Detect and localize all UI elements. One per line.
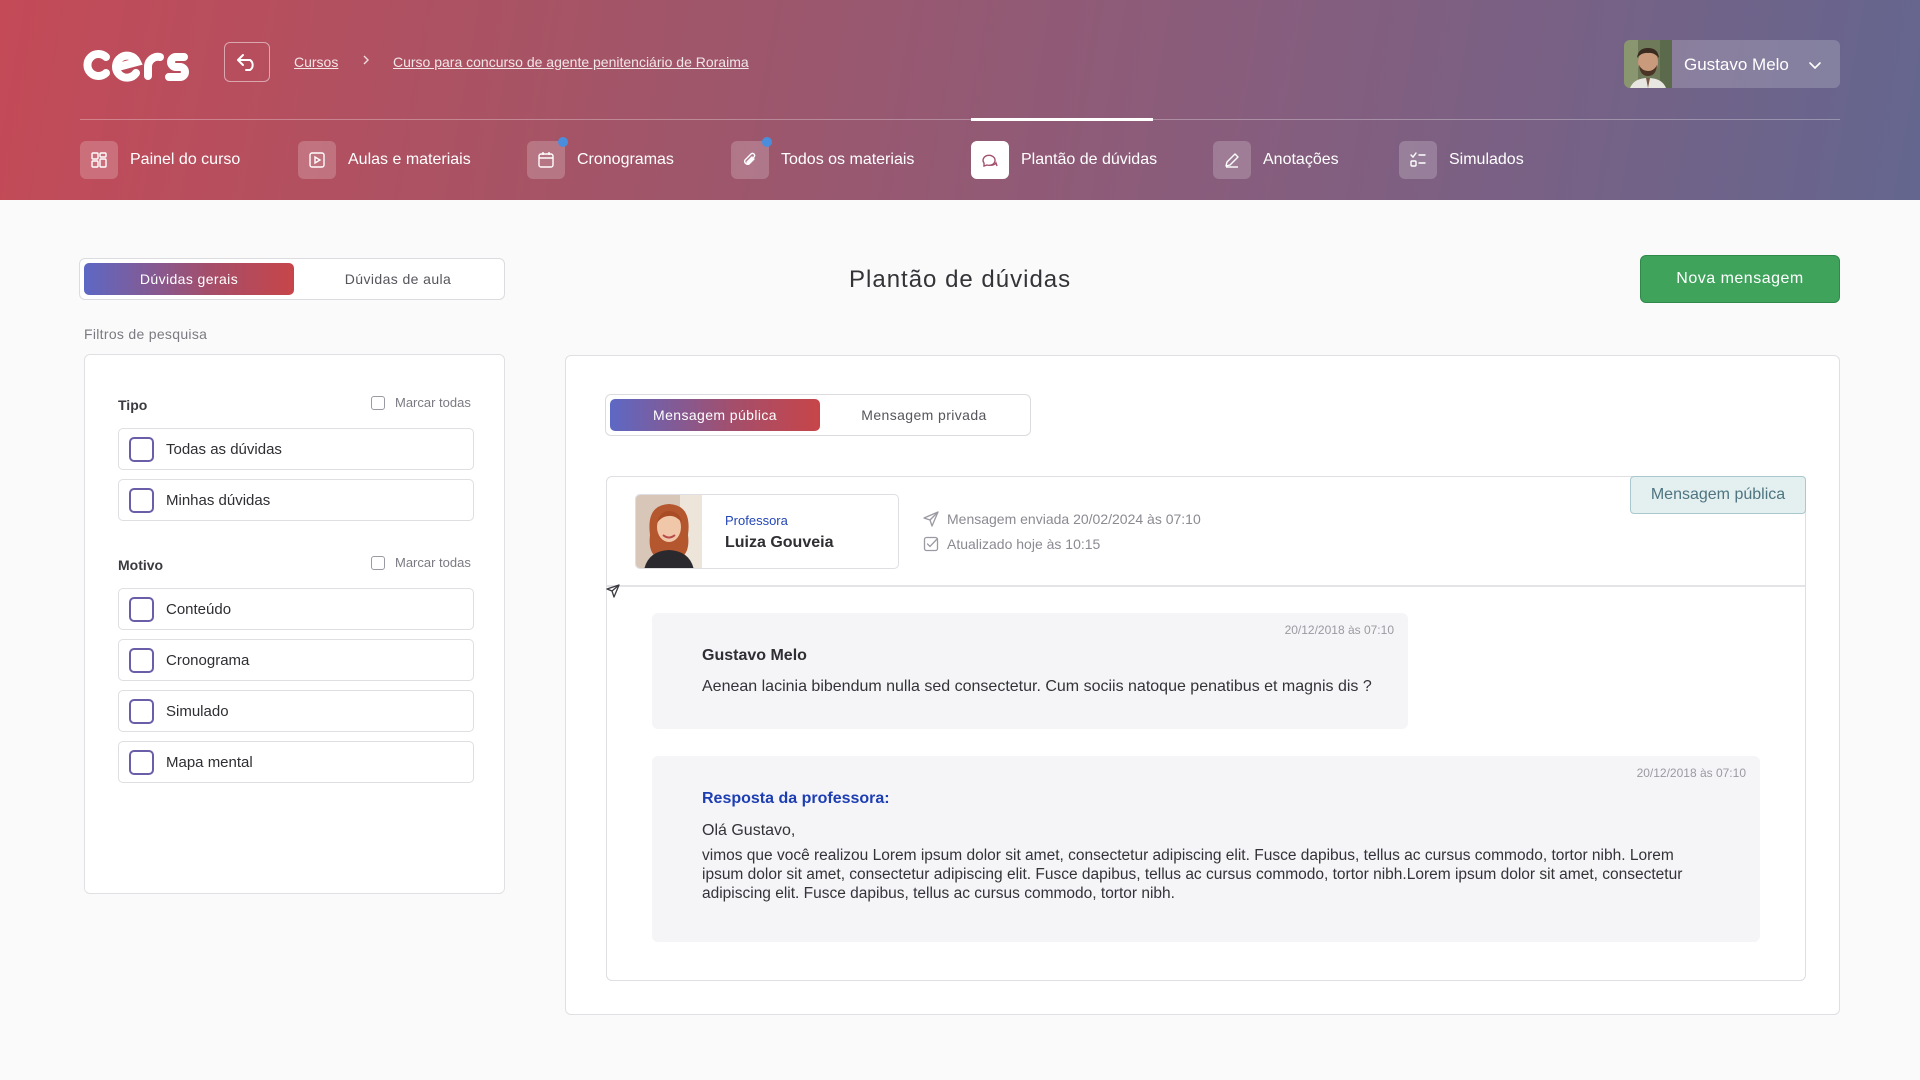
nav-label: Painel do curso	[130, 151, 241, 168]
filter-panel: Tipo Marcar todas Todas as dúvidas Minha…	[84, 354, 505, 894]
nav-item-painel-do-curso[interactable]: Painel do curso	[80, 141, 240, 179]
mark-all-label: Marcar todas	[395, 555, 471, 570]
filter-option-label: Mapa mental	[166, 753, 253, 771]
tab-mensagem-privada[interactable]: Mensagem privada	[820, 399, 1028, 431]
professor-role: Professora	[725, 513, 788, 528]
nav-item-anotacoes[interactable]: Anotações	[1213, 141, 1339, 179]
send-icon[interactable]	[605, 583, 621, 604]
filter-option-label: Simulado	[166, 702, 229, 720]
updated-at-meta: Atualizado hoje às 10:15	[923, 536, 1100, 552]
mark-all-motivo[interactable]: Marcar todas	[371, 555, 471, 570]
nav-active-indicator	[971, 118, 1153, 121]
play-square-icon	[298, 141, 336, 179]
calendar-icon	[527, 137, 568, 179]
filter-option-minhas-duvidas[interactable]: Minhas dúvidas	[118, 479, 474, 521]
sent-at-text: Mensagem enviada 20/02/2024 às 07:10	[947, 511, 1201, 527]
thread-divider	[607, 585, 1805, 587]
tab-duvidas-gerais[interactable]: Dúvidas gerais	[84, 263, 294, 295]
response-body: vimos que você realizou Lorem ipsum dolo…	[702, 847, 1683, 902]
question-type-tabs: Dúvidas gerais Dúvidas de aula	[79, 258, 505, 300]
message-thread: Professora Luiza Gouveia Mensagem enviad…	[606, 476, 1806, 981]
notification-dot	[558, 137, 568, 147]
message-time: 20/12/2018 às 07:10	[1284, 623, 1394, 637]
message-visibility-tabs: Mensagem pública Mensagem privada	[605, 394, 1031, 436]
user-menu[interactable]: Gustavo Melo	[1624, 40, 1840, 88]
checkbox[interactable]	[129, 749, 154, 775]
professor-name: Luiza Gouveia	[725, 534, 834, 551]
response-time: 20/12/2018 às 07:10	[1636, 766, 1746, 780]
filter-option-simulado[interactable]: Simulado	[118, 690, 474, 732]
professor-response: 20/12/2018 às 07:10 Resposta da professo…	[652, 756, 1760, 942]
checkbox[interactable]	[371, 395, 385, 410]
avatar	[1624, 40, 1672, 88]
nav-label: Aulas e materiais	[348, 151, 471, 168]
message-author: Gustavo Melo	[702, 647, 807, 664]
new-message-button[interactable]: Nova mensagem	[1640, 255, 1840, 303]
filters-caption: Filtros de pesquisa	[84, 326, 208, 342]
paper-plane-icon	[923, 511, 939, 527]
cers-logo[interactable]	[80, 40, 192, 88]
filter-option-mapa-mental[interactable]: Mapa mental	[118, 741, 474, 783]
professor-avatar	[636, 495, 702, 568]
checkbox-checked-icon	[923, 536, 939, 552]
response-greeting: Olá Gustavo,	[702, 822, 796, 839]
breadcrumb-separator	[362, 53, 370, 69]
mark-all-label: Marcar todas	[395, 395, 471, 410]
filter-option-conteudo[interactable]: Conteúdo	[118, 588, 474, 630]
checkbox[interactable]	[129, 436, 154, 462]
nav-label: Anotações	[1263, 151, 1339, 168]
filter-option-label: Conteúdo	[166, 600, 232, 618]
public-message-badge: Mensagem pública	[1630, 476, 1806, 514]
breadcrumb-cursos[interactable]: Cursos	[294, 54, 338, 70]
nav-item-cronogramas[interactable]: Cronogramas	[527, 137, 674, 179]
back-button[interactable]	[224, 42, 270, 82]
header-divider	[80, 119, 1840, 120]
nav-label: Plantão de dúvidas	[1021, 151, 1158, 168]
chevron-right-icon	[363, 55, 369, 65]
updated-at-text: Atualizado hoje às 10:15	[947, 536, 1101, 552]
checkbox[interactable]	[129, 647, 154, 673]
nav-item-aulas-e-materiais[interactable]: Aulas e materiais	[298, 141, 471, 179]
nav-item-simulados[interactable]: Simulados	[1399, 141, 1524, 179]
chevron-down-icon	[1808, 58, 1822, 76]
message-text: Aenean lacinia bibendum nulla sed consec…	[702, 678, 1372, 695]
sent-at-meta: Mensagem enviada 20/02/2024 às 07:10	[923, 511, 1201, 527]
nav-label: Cronogramas	[577, 151, 674, 168]
page-title: Plantão de dúvidas	[849, 266, 1072, 293]
breadcrumb-current-course[interactable]: Curso para concurso de agente penitenciá…	[393, 54, 749, 70]
mark-all-tipo[interactable]: Marcar todas	[371, 395, 471, 410]
response-title: Resposta da professora:	[702, 790, 890, 807]
tab-duvidas-de-aula[interactable]: Dúvidas de aula	[294, 263, 502, 295]
top-header: Cursos Curso para concurso de agente pen…	[0, 0, 1920, 200]
filter-option-todas-as-duvidas[interactable]: Todas as dúvidas	[118, 428, 474, 470]
nav-label: Simulados	[1449, 151, 1524, 168]
filter-option-label: Cronograma	[166, 651, 250, 669]
filter-option-label: Minhas dúvidas	[166, 491, 271, 509]
checkbox[interactable]	[129, 596, 154, 622]
undo-arrow-icon	[237, 54, 254, 71]
filter-option-cronograma[interactable]: Cronograma	[118, 639, 474, 681]
paperclip-icon	[731, 137, 772, 179]
pencil-icon	[1213, 141, 1251, 179]
checkbox[interactable]	[129, 487, 154, 513]
notification-dot	[762, 137, 772, 147]
professor-card[interactable]: Professora Luiza Gouveia	[635, 494, 899, 569]
checkbox[interactable]	[129, 698, 154, 724]
tab-mensagem-publica[interactable]: Mensagem pública	[610, 399, 820, 431]
chat-bubbles-icon	[971, 141, 1009, 179]
filter-group-title: Tipo	[118, 397, 148, 413]
dashboard-grid-icon	[80, 141, 118, 179]
messages-panel: Mensagem pública Mensagem privada Profes…	[565, 355, 1840, 1015]
user-name: Gustavo Melo	[1684, 55, 1789, 74]
filter-option-label: Todas as dúvidas	[166, 440, 282, 458]
filter-group-title: Motivo	[118, 557, 164, 573]
nav-label: Todos os materiais	[781, 151, 915, 168]
checklist-icon	[1399, 141, 1437, 179]
question-message: 20/12/2018 às 07:10 Gustavo Melo Aenean …	[652, 613, 1408, 729]
nav-item-plantao-de-duvidas[interactable]: Plantão de dúvidas	[971, 141, 1157, 179]
checkbox[interactable]	[371, 555, 385, 570]
nav-item-todos-os-materiais[interactable]: Todos os materiais	[731, 137, 915, 179]
